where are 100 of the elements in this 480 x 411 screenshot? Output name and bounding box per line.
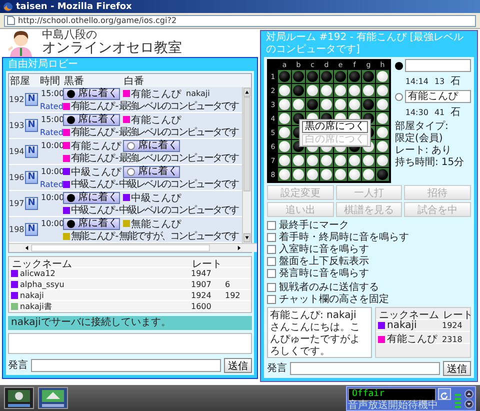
user-name: alpha_ssyu	[20, 280, 64, 288]
user-rating: 1600	[191, 302, 212, 311]
stone	[363, 71, 374, 82]
join-button[interactable]: N	[25, 197, 38, 210]
info-label: 部屋タイプ:	[395, 121, 448, 132]
info-value: 15分	[441, 157, 464, 169]
message-field[interactable]	[31, 358, 221, 372]
join-button[interactable]: N	[25, 171, 38, 184]
user-room: 6	[225, 280, 232, 288]
stone	[363, 99, 374, 110]
take-seat-button[interactable]: 席に着く	[63, 218, 120, 230]
column-header: 黒番	[63, 74, 85, 88]
time-limit: 10:00	[40, 193, 63, 202]
stone	[363, 169, 374, 180]
app-icon[interactable]	[4, 387, 34, 409]
checkbox[interactable]	[267, 220, 276, 230]
stone-icon	[67, 90, 75, 98]
user-room: 192	[225, 290, 242, 300]
time-limit: 10:00	[40, 219, 63, 228]
stone	[377, 127, 388, 138]
volume-buttons-icon[interactable]	[464, 388, 474, 410]
stone	[307, 169, 318, 180]
time-limit: 15:00	[40, 115, 63, 124]
chat-message: 有能こんぴ: nakaji さんこんにちは。こんぴゅーたですがよろしくです。	[267, 307, 372, 358]
checkbox[interactable]	[267, 282, 276, 292]
stone	[377, 85, 388, 96]
checkbox[interactable]	[267, 244, 276, 254]
stone	[293, 169, 304, 180]
stone	[363, 155, 374, 166]
stone	[349, 71, 360, 82]
column-header: ニックネーム	[11, 258, 73, 270]
send-button[interactable]: 送信	[443, 360, 471, 376]
app-icon[interactable]	[38, 387, 68, 409]
seat-button[interactable]: 黒の席につく	[302, 121, 368, 133]
checkbox-label: 発言時に音を鳴らす	[279, 266, 369, 280]
join-button[interactable]: N	[25, 119, 38, 132]
stone	[279, 99, 290, 110]
stone	[293, 85, 304, 96]
join-button[interactable]: N	[25, 223, 38, 236]
rated-label: Rated	[39, 180, 63, 188]
stone	[349, 85, 360, 96]
time-left: 14:14	[405, 77, 428, 86]
stone-icon	[67, 220, 75, 228]
stone	[377, 99, 388, 110]
time-left: 14:30	[405, 108, 428, 117]
stone	[377, 141, 388, 152]
user-rating: 1924	[191, 290, 212, 300]
stone	[377, 169, 388, 180]
refresh-icon	[440, 392, 449, 400]
stone	[307, 99, 318, 110]
room-number: 192	[9, 95, 25, 104]
checkbox[interactable]	[267, 256, 276, 266]
page-icon	[7, 16, 15, 25]
room-description: 中級こんぴ - 中級レベルのコンピュータです	[71, 204, 238, 217]
room-number: 194	[9, 147, 25, 156]
player-field	[405, 59, 471, 72]
stone	[335, 169, 346, 180]
stone	[349, 99, 360, 110]
take-seat-button[interactable]: 席に着く	[123, 166, 180, 178]
take-seat-button[interactable]: 席に着く	[63, 192, 120, 204]
checkbox[interactable]	[267, 268, 276, 278]
status-message: nakajiでサーバに接続しています。	[8, 316, 252, 330]
checkbox-label: 最終手にマーク	[279, 218, 349, 232]
checkbox-label: チャット欄の高さを固定	[279, 292, 389, 306]
player-name: 中級こんぴ	[131, 192, 181, 204]
stone	[349, 169, 360, 180]
user-name: nakaji	[387, 320, 417, 331]
message-field[interactable]	[290, 362, 440, 374]
player-name: 中級こんぴ	[71, 166, 121, 178]
rated-label: Rated	[39, 128, 63, 136]
refresh-button[interactable]	[438, 388, 451, 400]
take-seat-button[interactable]: 席に着く	[123, 140, 180, 152]
checkbox[interactable]	[267, 232, 276, 242]
join-button[interactable]: N	[25, 93, 38, 106]
room-number: 198	[9, 225, 25, 234]
stone	[349, 155, 360, 166]
address-field[interactable]: http://school.othello.org/game/ios.cgi?2	[4, 14, 476, 26]
player-name: 有能こんぴ	[71, 140, 121, 152]
column-header: ニックネーム	[378, 309, 440, 321]
stone	[363, 85, 374, 96]
user-rating: 1907	[191, 280, 212, 288]
take-seat-button[interactable]: 席に着く	[63, 88, 120, 100]
stone	[307, 85, 318, 96]
stone	[279, 141, 290, 152]
checkbox-label: 入室時に音を鳴らす	[279, 242, 369, 256]
column-header: 部屋	[9, 74, 31, 88]
page-title: オンラインオセロ教室	[42, 41, 182, 56]
input-label: 発言	[267, 362, 287, 375]
stone	[335, 155, 346, 166]
scrollbar[interactable]	[242, 87, 251, 243]
stone	[293, 155, 304, 166]
send-button[interactable]: 送信	[224, 358, 252, 372]
join-button[interactable]: N	[25, 145, 38, 158]
info-value: 限定(会員)	[395, 133, 443, 145]
player-name: 有能こんぴ	[131, 114, 181, 126]
stone-icon	[395, 62, 403, 70]
scrollbar[interactable]	[9, 243, 257, 252]
broadcast-status: Offair	[348, 388, 436, 400]
checkbox[interactable]	[267, 294, 276, 304]
take-seat-button[interactable]: 席に着く	[63, 114, 120, 126]
